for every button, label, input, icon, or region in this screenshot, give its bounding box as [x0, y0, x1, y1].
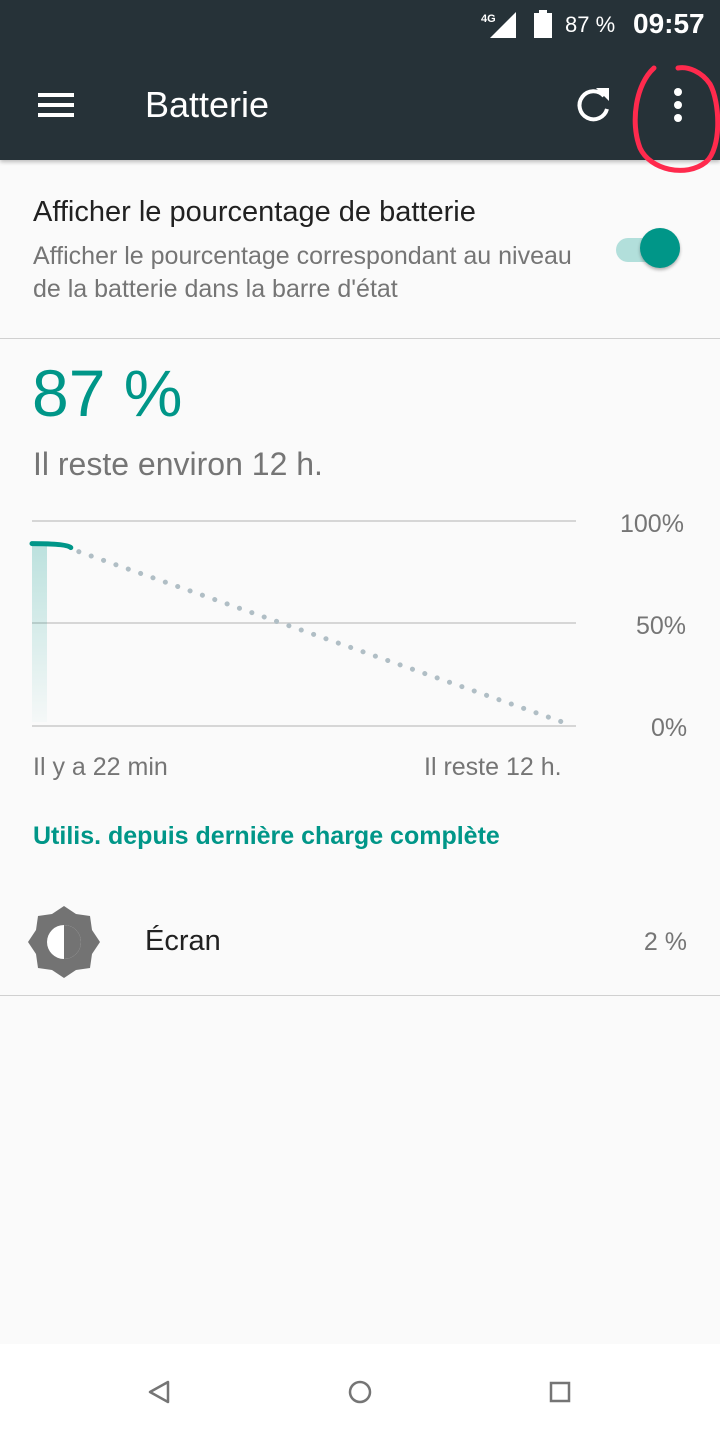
navigation-bar — [0, 1344, 720, 1440]
show-battery-percentage-setting[interactable]: Afficher le pourcentage de batterie Affi… — [0, 160, 720, 338]
y-tick-label: 0% — [651, 714, 688, 742]
toggle-thumb — [640, 228, 680, 268]
usage-item-screen[interactable]: Écran 2 % — [0, 882, 720, 996]
battery-icon — [534, 10, 552, 38]
history-fill — [32, 543, 47, 722]
divider — [0, 338, 720, 339]
brightness-icon — [28, 906, 100, 978]
x-label-start: Il y a 22 min — [33, 753, 168, 781]
usage-section-title: Utilis. depuis dernière charge complète — [33, 822, 500, 850]
chart-svg — [29, 520, 576, 727]
refresh-icon[interactable] — [572, 84, 614, 126]
recents-icon[interactable] — [542, 1374, 578, 1410]
app-bar: 4G 87 % 09:57 Batterie — [0, 0, 720, 160]
y-tick-label: 50% — [636, 612, 687, 640]
usage-item-value: 2 % — [643, 928, 687, 956]
setting-summary: Afficher le pourcentage correspondant au… — [33, 242, 572, 303]
page-title: Batterie — [145, 84, 270, 125]
status-battery-percent: 87 % — [565, 12, 616, 37]
battery-remaining-time: Il reste environ 12 h. — [33, 446, 323, 482]
projection-line — [76, 549, 571, 727]
network-type-label: 4G — [481, 13, 496, 25]
battery-level: 87 % — [32, 356, 183, 430]
signal-4g-icon: 4G — [481, 12, 516, 38]
status-time: 09:57 — [633, 8, 705, 39]
usage-item-label: Écran — [145, 925, 221, 957]
home-icon[interactable] — [342, 1374, 378, 1410]
divider — [0, 995, 720, 996]
x-label-end: Il reste 12 h. — [424, 753, 562, 781]
battery-history-chart[interactable]: 100% 50% 0% Il y a 22 min Il reste 12 h. — [0, 500, 720, 790]
menu-icon[interactable] — [36, 90, 76, 120]
battery-percentage-toggle[interactable] — [614, 228, 686, 272]
back-icon[interactable] — [140, 1374, 176, 1410]
y-tick-label: 100% — [620, 510, 684, 538]
setting-title: Afficher le pourcentage de batterie — [33, 196, 476, 228]
